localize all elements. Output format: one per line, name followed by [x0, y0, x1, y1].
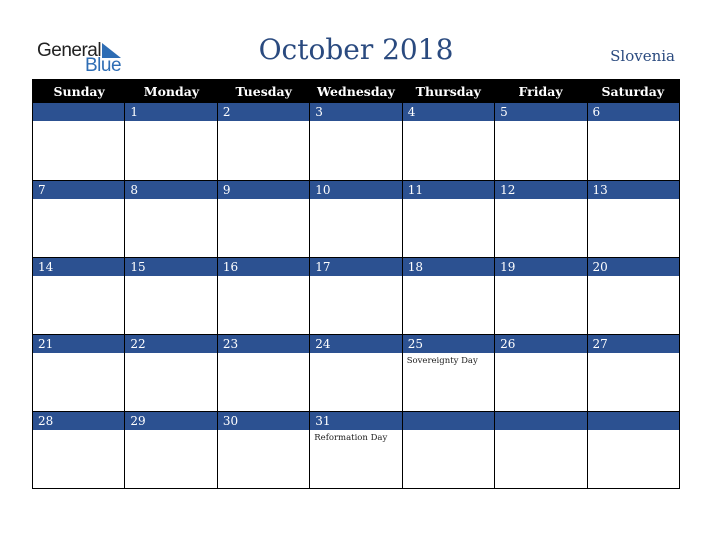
weekday-thursday: Thursday	[415, 84, 481, 99]
day-cell[interactable]: 15	[124, 258, 217, 334]
day-number: 27	[587, 335, 679, 353]
day-number: 5	[495, 103, 587, 121]
day-cell[interactable]: 16	[216, 258, 310, 334]
day-cell[interactable]: 24	[309, 335, 402, 411]
weekday-wednesday: Wednesday	[317, 84, 395, 99]
day-cell[interactable]: 22	[124, 335, 217, 411]
day-number: 30	[217, 412, 310, 430]
day-number: 2	[217, 103, 310, 121]
day-cell[interactable]: 30	[216, 412, 310, 488]
day-number: 9	[217, 181, 310, 199]
week-row: 28 29 30 31 Reformation Day	[33, 411, 679, 488]
day-cell[interactable]: 18	[401, 258, 495, 334]
day-number: 10	[310, 181, 402, 199]
day-cell[interactable]: 11	[401, 181, 495, 257]
day-number: 16	[217, 258, 310, 276]
day-number: 11	[402, 181, 495, 199]
day-number	[33, 103, 125, 121]
day-cell[interactable]: 10	[309, 181, 402, 257]
holiday-label: Reformation Day	[314, 433, 388, 443]
day-number: 25	[402, 335, 495, 353]
day-number: 18	[402, 258, 495, 276]
week-row: 21 22 23 24 25 Sovereignty Day 26 27	[33, 334, 679, 411]
day-number: 20	[587, 258, 679, 276]
day-cell[interactable]: 19	[494, 258, 587, 334]
day-cell[interactable]: 12	[494, 181, 587, 257]
weekday-sunday: Sunday	[53, 84, 105, 99]
day-number: 12	[495, 181, 587, 199]
day-number	[587, 412, 679, 430]
day-number	[402, 412, 495, 430]
day-cell[interactable]: 29	[124, 412, 217, 488]
day-cell[interactable]: 5	[494, 103, 587, 180]
weekday-header: Sunday Monday Tuesday Wednesday Thursday Frid…	[33, 80, 679, 103]
day-cell[interactable]: 14	[33, 258, 125, 334]
day-number: 14	[33, 258, 125, 276]
day-cell[interactable]: 1	[124, 103, 217, 180]
day-number: 4	[402, 103, 495, 121]
day-number: 3	[310, 103, 402, 121]
week-row: 123456	[33, 103, 679, 180]
day-number: 24	[310, 335, 402, 353]
day-number: 13	[587, 181, 679, 199]
holiday-label: Sovereignty Day	[406, 356, 478, 366]
day-cell[interactable]: 21	[33, 335, 125, 411]
day-cell[interactable]	[33, 103, 125, 180]
day-number: 23	[217, 335, 310, 353]
weekday-friday: Friday	[518, 84, 563, 99]
day-cell[interactable]: 4	[401, 103, 495, 180]
day-cell[interactable]: 27	[586, 335, 679, 411]
day-number: 1	[125, 103, 217, 121]
day-number: 19	[495, 258, 587, 276]
week-row: 7 8 9 10 11 12 13	[33, 180, 679, 257]
day-cell[interactable]: 25 Sovereignty Day	[401, 335, 495, 411]
country-label: Slovenia	[610, 47, 675, 65]
day-number: 22	[125, 335, 217, 353]
day-cell[interactable]	[586, 412, 679, 488]
calendar-grid: Sunday Monday Tuesday Wednesday Thursday Frid…	[32, 79, 680, 489]
day-cell[interactable]	[401, 412, 495, 488]
day-number: 28	[33, 412, 125, 430]
day-number: 6	[587, 103, 679, 121]
day-cell[interactable]: 26	[494, 335, 587, 411]
day-cell[interactable]: 31 Reformation Day	[309, 412, 402, 488]
day-cell[interactable]: 28	[33, 412, 125, 488]
day-number	[495, 412, 587, 430]
day-cell[interactable]: 7	[33, 181, 125, 257]
weekday-monday: Monday	[143, 84, 200, 99]
calendar-title: October 2018	[258, 33, 454, 66]
day-number: 21	[33, 335, 125, 353]
day-cell[interactable]: 20	[586, 258, 679, 334]
day-number: 26	[495, 335, 587, 353]
day-number: 29	[125, 412, 217, 430]
day-cell[interactable]: 3	[309, 103, 402, 180]
day-cell[interactable]: 8	[124, 181, 217, 257]
weekday-tuesday: Tuesday	[235, 84, 292, 99]
day-cell[interactable]: 9	[216, 181, 310, 257]
day-number: 7	[33, 181, 125, 199]
day-number: 31	[310, 412, 402, 430]
day-cell[interactable]	[494, 412, 587, 488]
day-cell[interactable]: 13	[586, 181, 679, 257]
day-cell[interactable]: 6	[586, 103, 679, 180]
day-number: 8	[125, 181, 217, 199]
weekday-saturday: Saturday	[601, 84, 665, 99]
week-row: 14 15 16 17 18 19 20	[33, 257, 679, 334]
day-number: 15	[125, 258, 217, 276]
day-number: 17	[310, 258, 402, 276]
day-cell[interactable]: 17	[309, 258, 402, 334]
day-cell[interactable]: 23	[216, 335, 310, 411]
day-cell[interactable]: 2	[216, 103, 310, 180]
